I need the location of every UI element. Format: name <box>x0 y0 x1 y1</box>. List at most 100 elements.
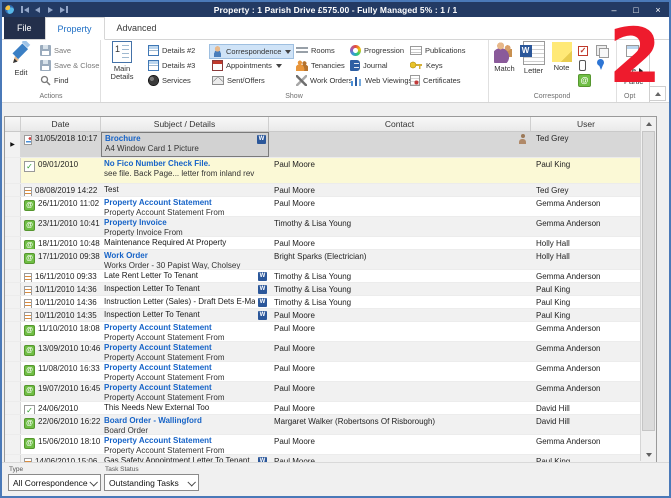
table-row[interactable]: @15/06/2010 18:10 Property Account State… <box>5 435 656 455</box>
journal-button[interactable]: Journal <box>350 59 388 72</box>
task-status-filter-combo[interactable]: Outstanding Tasks <box>104 474 199 491</box>
close-button[interactable]: × <box>647 3 669 16</box>
ribbon: Edit Save Save & Close Find Actions <box>2 39 669 103</box>
user-cell: Paul King <box>531 158 641 183</box>
task-toggle-button[interactable]: ✓ <box>578 44 588 57</box>
scrollbar-thumb[interactable] <box>642 131 655 431</box>
contact-cell: Paul Moore <box>269 342 531 361</box>
maximize-button[interactable]: □ <box>625 3 647 16</box>
subject-details: A4 Window Card 1 Picture <box>105 144 254 154</box>
main-details-button[interactable]: 1 Main Details <box>104 41 140 81</box>
table-row[interactable]: @26/11/2010 11:02 Property Account State… <box>5 197 656 217</box>
row-indicator: ▶ <box>5 132 21 157</box>
tab-file[interactable]: File <box>4 17 45 39</box>
save-and-close-button[interactable]: Save & Close <box>40 59 99 72</box>
date-cell: 10/11/2010 14:36 <box>21 283 101 295</box>
table-row[interactable]: @11/08/2010 16:33 Property Account State… <box>5 362 656 382</box>
subject-title: Property Account Statement <box>104 343 255 353</box>
appointments-button[interactable]: Appointments <box>212 59 282 72</box>
user-cell: Ted Grey <box>531 184 641 196</box>
collapse-ribbon-button[interactable] <box>649 86 666 101</box>
main-details-icon: 1 <box>112 41 132 63</box>
details3-button[interactable]: Details #3 <box>148 59 195 72</box>
table-row[interactable]: ✓24/06/2010 This Needs New External Too … <box>5 402 656 415</box>
subject-title: Brochure <box>105 134 254 144</box>
current-row-arrow-icon: ▶ <box>10 141 15 148</box>
user-cell: Gemma Anderson <box>531 270 641 282</box>
task-status-filter-label: Task Status <box>105 466 139 473</box>
subject-title: Instruction Letter (Sales) - Draft Dets … <box>104 297 255 307</box>
letter-button[interactable]: W Letter <box>520 41 547 75</box>
table-row[interactable]: 10/11/2010 14:36 Instruction Letter (Sal… <box>5 296 656 309</box>
tab-advanced[interactable]: Advanced <box>105 17 169 39</box>
window-icon <box>626 45 639 57</box>
scroll-up-button[interactable] <box>641 117 656 130</box>
column-header-user[interactable]: User <box>531 117 641 131</box>
scroll-down-button[interactable] <box>641 448 656 461</box>
column-header-contact[interactable]: Contact <box>269 117 531 131</box>
map-button[interactable] <box>596 58 605 71</box>
options-group-label: Opt <box>616 93 649 100</box>
progression-button[interactable]: Progression <box>350 44 404 57</box>
table-row[interactable]: @11/10/2010 18:08 Property Account State… <box>5 322 656 342</box>
row-indicator <box>5 184 21 196</box>
sent-offers-button[interactable]: Sent/Offers <box>212 74 265 87</box>
table-row[interactable]: ▶ 31/05/2018 10:17 Brochure A4 Window Ca… <box>5 132 656 158</box>
user-cell: David Hill <box>531 415 641 434</box>
details2-button[interactable]: Details #2 <box>148 44 195 57</box>
subject-details: Property Account Statement From <box>104 393 255 402</box>
subject-cell: Property Account Statement Property Acco… <box>101 382 269 401</box>
match-button[interactable]: Match <box>490 41 519 73</box>
vertical-scrollbar[interactable] <box>640 117 656 461</box>
publications-button[interactable]: Publications <box>410 44 465 57</box>
subject-title: Property Account Statement <box>104 436 255 446</box>
ribbon-tab-bar: File Property Advanced <box>2 17 669 40</box>
column-header-date[interactable]: Date <box>21 117 101 131</box>
scroll-up-icon <box>646 122 652 126</box>
email-button[interactable]: @ <box>578 74 591 87</box>
rooms-icon <box>296 47 308 55</box>
table-row[interactable]: @23/11/2010 10:41 Property Invoice Prope… <box>5 217 656 237</box>
row-indicator <box>5 283 21 295</box>
save-button[interactable]: Save <box>40 44 71 57</box>
work-orders-button[interactable]: Work Orders <box>296 74 352 87</box>
table-row[interactable]: ✓09/01/2010 No Fico Number Check File. s… <box>5 158 656 184</box>
copy-button[interactable] <box>596 44 607 57</box>
table-row[interactable]: @17/11/2010 09:38 Work Order Works Order… <box>5 250 656 270</box>
correspondence-button[interactable]: Correspondence <box>209 44 294 59</box>
table-row[interactable]: @13/09/2010 10:46 Property Account State… <box>5 342 656 362</box>
minimize-button[interactable]: – <box>603 3 625 16</box>
table-row[interactable]: @19/07/2010 16:45 Property Account State… <box>5 382 656 402</box>
email-icon: @ <box>24 240 35 250</box>
services-button[interactable]: Services <box>148 74 191 87</box>
table-row[interactable]: @18/11/2010 10:48 Maintenance Required A… <box>5 237 656 250</box>
tab-property[interactable]: Property <box>45 17 105 40</box>
rooms-button[interactable]: Rooms <box>296 44 335 57</box>
tenancies-button[interactable]: Tenancies <box>296 59 345 72</box>
table-row[interactable]: @22/06/2010 16:22 Board Order - Wallingf… <box>5 415 656 435</box>
type-filter-combo[interactable]: All Correspondence <box>8 474 101 491</box>
keys-button[interactable]: Keys <box>410 59 443 72</box>
edit-button[interactable]: Edit <box>6 41 36 77</box>
web-viewings-button[interactable]: Web Viewings <box>350 74 412 87</box>
table-row[interactable]: 10/11/2010 14:36 Inspection Letter To Te… <box>5 283 656 296</box>
certificates-button[interactable]: Certificates <box>410 74 461 87</box>
subject-cell: This Needs New External Too <box>101 402 269 414</box>
subject-title: Maintenance Required At Property <box>104 238 255 248</box>
column-header-subject[interactable]: Subject / Details <box>101 117 269 131</box>
red-checkbox-icon: ✓ <box>578 46 588 56</box>
subject-cell: Test <box>101 184 269 196</box>
date-cell: 10/11/2010 14:35 <box>21 309 101 321</box>
sms-button[interactable] <box>579 59 586 72</box>
table-row[interactable]: 08/08/2019 14:22 Test Paul Moore Ted Gre… <box>5 184 656 197</box>
note-button[interactable]: Note <box>548 41 575 72</box>
table-row[interactable]: 10/11/2010 14:35 Inspection Letter To Te… <box>5 309 656 322</box>
correspond-group-label: Correspond <box>488 93 616 100</box>
document-icon <box>24 312 32 322</box>
row-indicator <box>5 197 21 216</box>
row-indicator <box>5 362 21 381</box>
table-row[interactable]: 16/11/2010 09:33 Late Rent Letter To Ten… <box>5 270 656 283</box>
find-button[interactable]: Find <box>40 74 69 87</box>
row-indicator <box>5 322 21 341</box>
window-title: Property : 1 Parish Drive £575.00 - Full… <box>2 5 669 15</box>
